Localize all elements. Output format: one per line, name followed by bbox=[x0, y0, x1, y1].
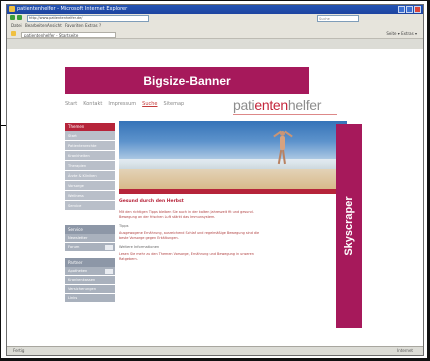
sidebar-item[interactable]: Ärzte & Kliniken bbox=[65, 171, 115, 181]
back-icon[interactable] bbox=[10, 15, 15, 20]
hero-image-beach bbox=[119, 121, 347, 189]
sidebar-item[interactable]: Vorsorge bbox=[65, 181, 115, 191]
content-paragraph: Ausgewogene Ernährung, ausreichend Schla… bbox=[119, 231, 260, 240]
jumping-person bbox=[273, 130, 293, 167]
menu-favorites[interactable]: Favoriten bbox=[65, 22, 84, 30]
nav-suche[interactable]: Suche bbox=[142, 101, 157, 107]
nav-sitemap[interactable]: Sitemap bbox=[164, 101, 185, 107]
badge bbox=[105, 269, 113, 274]
content-heading: Gesund durch den Herbst bbox=[119, 199, 184, 204]
sidebar-partner-item[interactable]: Apotheken bbox=[65, 267, 115, 276]
sidebar-item[interactable]: Service bbox=[65, 201, 115, 211]
sidebar-partner-item[interactable]: Versicherungen bbox=[65, 285, 115, 294]
sidebar-item[interactable]: Patientenrechte bbox=[65, 141, 115, 151]
minimize-button[interactable] bbox=[398, 6, 405, 13]
nav-start[interactable]: Start bbox=[65, 101, 77, 107]
maximize-button[interactable] bbox=[406, 6, 413, 13]
sidebar-partner-item[interactable]: Krankenkassen bbox=[65, 276, 115, 285]
favorites-star-icon[interactable] bbox=[11, 31, 16, 36]
content-paragraph: Lesen Sie mehr zu den Themen Vorsorge, E… bbox=[119, 252, 254, 261]
content-subheading: Tipps bbox=[119, 224, 129, 229]
menu-tools[interactable]: Extras bbox=[85, 22, 98, 30]
bigsize-banner[interactable]: Bigsize-Banner bbox=[65, 67, 309, 94]
window-controls bbox=[398, 6, 421, 13]
sidebar-item[interactable]: Wellness bbox=[65, 191, 115, 201]
main-content: Gesund durch den Herbst Mit den richtige… bbox=[119, 199, 269, 267]
sidebar-service-item[interactable]: Forum bbox=[65, 243, 115, 252]
site-logo[interactable]: patientenhelfer bbox=[233, 97, 321, 113]
status-bar: Fertig Internet bbox=[7, 346, 423, 355]
address-input[interactable]: http://www.patientenhelfer.de/ bbox=[27, 15, 149, 22]
hero-red-strip bbox=[119, 189, 347, 194]
close-button[interactable] bbox=[414, 6, 421, 13]
badge bbox=[105, 245, 113, 250]
ie-icon bbox=[9, 6, 15, 12]
sidebar-partner-item[interactable]: Links bbox=[65, 294, 115, 303]
menu-view[interactable]: Ansicht bbox=[47, 22, 62, 30]
content-paragraph: Mit den richtigen Tipps bleiben Sie auch… bbox=[119, 210, 254, 219]
logo-underline bbox=[233, 114, 337, 115]
browser-tab[interactable]: patientenhelfer - Startseite bbox=[21, 32, 116, 38]
menu-edit[interactable]: Bearbeiten bbox=[25, 22, 47, 30]
page-tools-menu[interactable]: Seite ▾ Extras ▾ bbox=[386, 30, 417, 38]
security-zone: Internet bbox=[397, 348, 413, 353]
sidebar-item[interactable]: Therapien bbox=[65, 161, 115, 171]
left-sidebar: Themen Start Patientenrechte Krankheiten… bbox=[65, 123, 115, 349]
title-bar: patientenhelfer - Microsoft Internet Exp… bbox=[7, 5, 423, 14]
website: Start Kontakt Impressum Suche Sitemap pa… bbox=[65, 97, 355, 349]
links-bar: patientenhelfer - Startseite Seite ▾ Ext… bbox=[7, 30, 423, 39]
sidebar-head-partner: Partner bbox=[65, 258, 115, 267]
content-subheading: Weitere Informationen bbox=[119, 245, 160, 250]
top-navigation: Start Kontakt Impressum Suche Sitemap bbox=[65, 101, 184, 107]
sidebar-service-item[interactable]: Newsletter bbox=[65, 234, 115, 243]
nav-kontakt[interactable]: Kontakt bbox=[83, 101, 102, 107]
sidebar-head-service: Service bbox=[65, 225, 115, 234]
forward-icon[interactable] bbox=[17, 15, 22, 20]
nav-impressum[interactable]: Impressum bbox=[108, 101, 136, 107]
menu-help[interactable]: ? bbox=[99, 22, 101, 30]
sidebar-item[interactable]: Krankheiten bbox=[65, 151, 115, 161]
skyscraper-banner[interactable]: Skyscraper bbox=[336, 124, 362, 328]
status-text: Fertig bbox=[13, 348, 25, 353]
menu-file[interactable]: Datei bbox=[11, 22, 22, 30]
sidebar-item[interactable]: Start bbox=[65, 131, 115, 141]
search-input[interactable]: Suche bbox=[317, 15, 359, 22]
sidebar-head-themen: Themen bbox=[65, 123, 115, 131]
window-title: patientenhelfer - Microsoft Internet Exp… bbox=[17, 6, 128, 12]
